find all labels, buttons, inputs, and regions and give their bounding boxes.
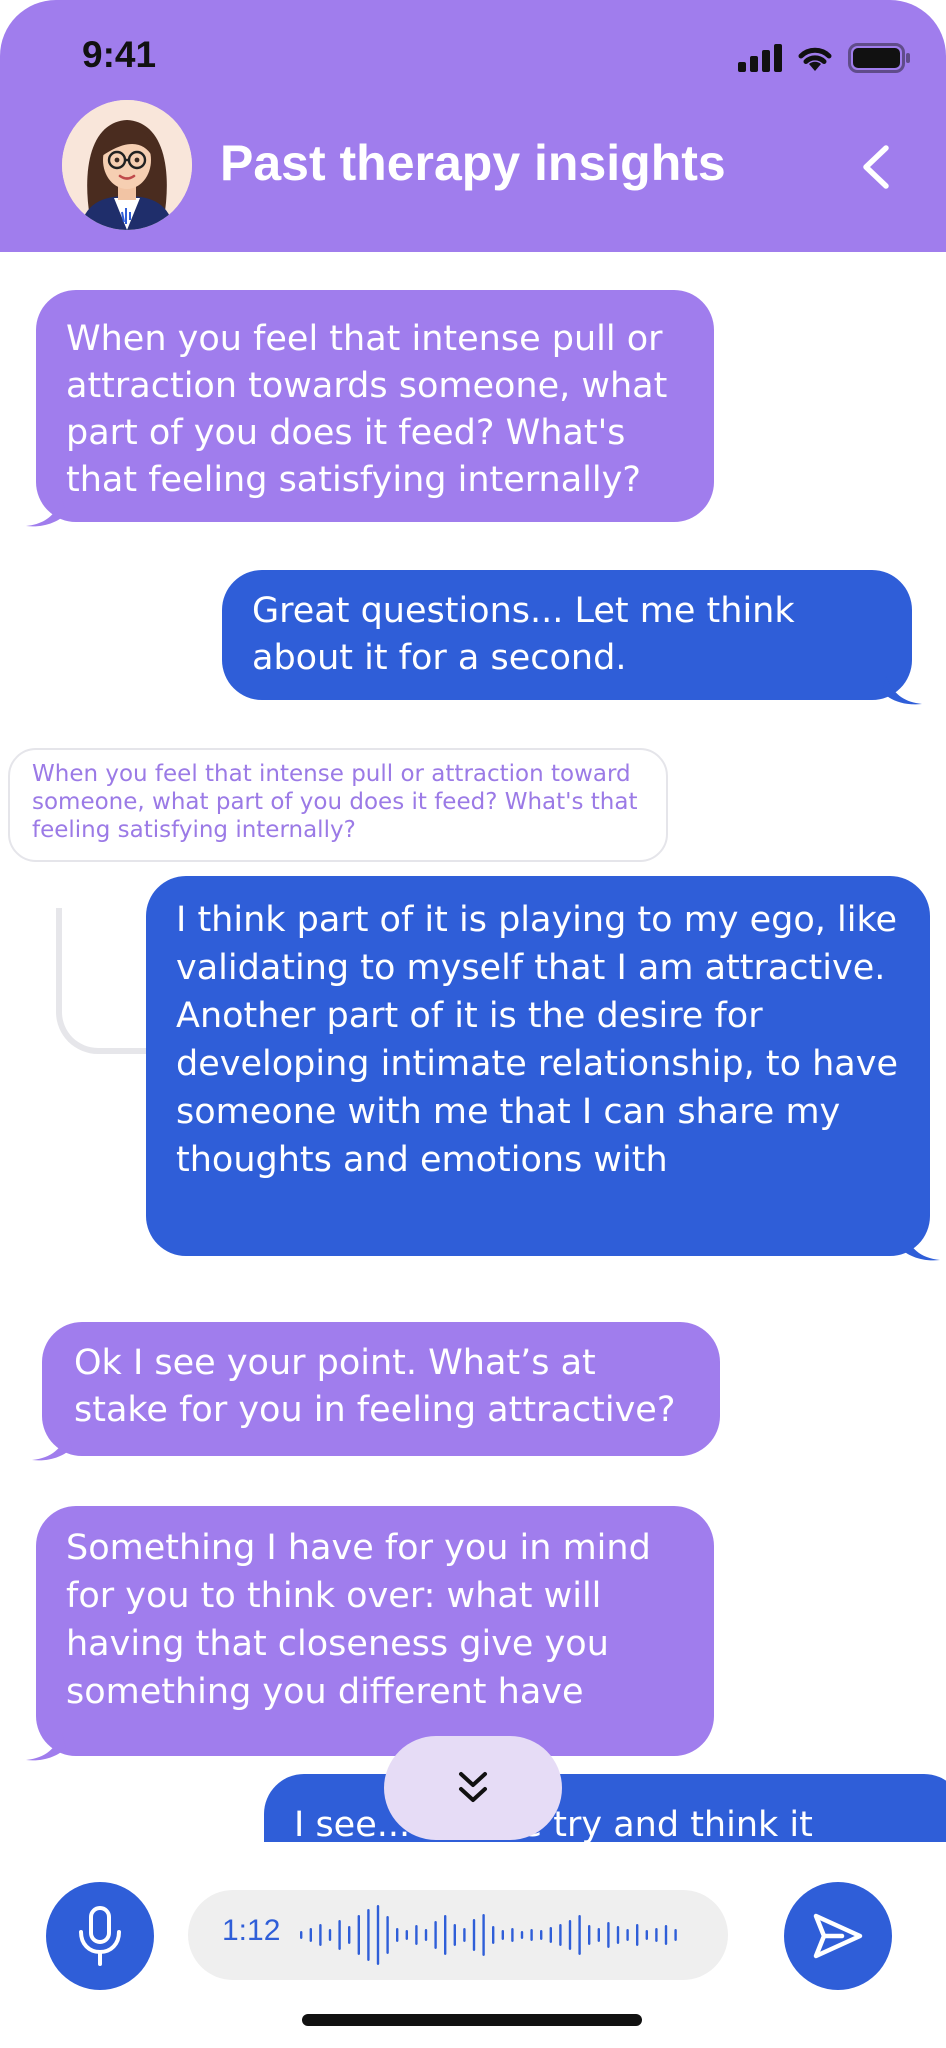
waveform-bar bbox=[607, 1922, 610, 1948]
waveform-bar bbox=[300, 1931, 303, 1939]
user-message: Great questions... Let me think about it… bbox=[222, 570, 922, 705]
reply-connector bbox=[56, 908, 150, 1054]
waveform-bar bbox=[396, 1928, 399, 1942]
waveform-bar bbox=[655, 1928, 658, 1942]
waveform-bar bbox=[338, 1920, 341, 1950]
waveform-bar bbox=[386, 1916, 389, 1954]
bot-message: Ok I see your point. What’s at stake for… bbox=[32, 1322, 720, 1461]
waveform-bar bbox=[415, 1925, 418, 1945]
waveform-bar bbox=[501, 1930, 504, 1940]
waveform-bar bbox=[463, 1928, 466, 1942]
user-message: I think part of it is playing to my ego,… bbox=[146, 876, 940, 1261]
avatar[interactable] bbox=[62, 100, 192, 230]
back-chevron-icon[interactable] bbox=[856, 142, 896, 192]
waveform-bar bbox=[482, 1914, 485, 1956]
chat-thread[interactable]: When you feel that intense pull or attra… bbox=[0, 252, 946, 1842]
mic-icon bbox=[79, 1906, 121, 1966]
waveform-bar bbox=[568, 1920, 572, 1950]
waveform-bar bbox=[511, 1928, 514, 1942]
bubble-tail bbox=[882, 676, 922, 705]
waveform-bar bbox=[540, 1930, 543, 1940]
waveform-bar bbox=[674, 1929, 677, 1941]
waveform-bar bbox=[664, 1925, 668, 1945]
status-icons bbox=[738, 40, 912, 76]
waveform-bar bbox=[434, 1921, 437, 1949]
recording-duration: 1:12 bbox=[222, 1914, 281, 1947]
message-text: Something I have for you in mind for you… bbox=[66, 1528, 651, 1712]
battery-icon bbox=[848, 43, 910, 73]
waveform-bar bbox=[367, 1909, 370, 1961]
waveform-bar bbox=[597, 1928, 600, 1942]
waveform-bar bbox=[559, 1924, 562, 1946]
waveform-bar bbox=[472, 1919, 476, 1951]
waveform-bar bbox=[328, 1929, 332, 1941]
voice-recording[interactable]: 1:12 bbox=[188, 1890, 728, 1980]
waveform-bar bbox=[616, 1926, 620, 1944]
waveform-bar bbox=[376, 1905, 380, 1965]
waveform-bar bbox=[357, 1915, 360, 1955]
message-text: Great questions... Let me think about it… bbox=[252, 591, 795, 678]
bot-message: When you feel that intense pull or attra… bbox=[26, 290, 714, 527]
waveform-bar bbox=[444, 1915, 447, 1955]
send-button[interactable] bbox=[784, 1882, 892, 1990]
waveform-bar bbox=[520, 1931, 524, 1939]
waveform bbox=[300, 1905, 677, 1965]
waveform-bar bbox=[424, 1929, 428, 1941]
user-message: I see... Let me try and think it bbox=[264, 1774, 946, 1842]
page-title: Past therapy insights bbox=[220, 135, 726, 191]
bot-message: Something I have for you in mind for you… bbox=[26, 1506, 714, 1761]
waveform-bar bbox=[530, 1929, 533, 1941]
message-text: Ok I see your point. What’s at stake for… bbox=[74, 1343, 676, 1430]
bubble-tail bbox=[900, 1232, 940, 1261]
waveform-bar bbox=[492, 1926, 495, 1944]
waveform-bar bbox=[626, 1929, 629, 1941]
scroll-to-bottom-button[interactable] bbox=[384, 1736, 562, 1840]
wifi-icon bbox=[798, 47, 832, 71]
waveform-bar bbox=[405, 1930, 408, 1940]
waveform-bar bbox=[348, 1926, 351, 1944]
quoted-message[interactable]: When you feel that intense pull or attra… bbox=[8, 748, 668, 862]
bubble-tail bbox=[26, 498, 66, 527]
home-indicator bbox=[302, 2014, 642, 2026]
waveform-bar bbox=[309, 1928, 312, 1942]
status-time: 9:41 bbox=[82, 34, 157, 75]
bubble-tail bbox=[26, 1732, 66, 1761]
message-text: When you feel that intense pull or attra… bbox=[66, 319, 668, 500]
mic-button[interactable] bbox=[46, 1882, 154, 1990]
waveform-bar bbox=[645, 1930, 648, 1940]
waveform-bar bbox=[319, 1924, 322, 1946]
send-icon bbox=[813, 1913, 863, 1959]
therapist-avatar-illustration bbox=[62, 100, 192, 230]
header: 9:41 Past therapy insights bbox=[0, 0, 946, 252]
quoted-text: When you feel that intense pull or attra… bbox=[32, 761, 638, 843]
waveform-bar bbox=[453, 1924, 456, 1946]
waveform-bar bbox=[578, 1915, 581, 1955]
waveform-bar bbox=[549, 1927, 552, 1943]
waveform-bar bbox=[588, 1925, 591, 1945]
waveform-bar bbox=[636, 1924, 639, 1946]
message-text: I think part of it is playing to my ego,… bbox=[176, 900, 898, 1180]
bubble-tail bbox=[32, 1432, 72, 1461]
signal-icon bbox=[738, 44, 782, 72]
chevrons-down-icon bbox=[459, 1772, 487, 1802]
